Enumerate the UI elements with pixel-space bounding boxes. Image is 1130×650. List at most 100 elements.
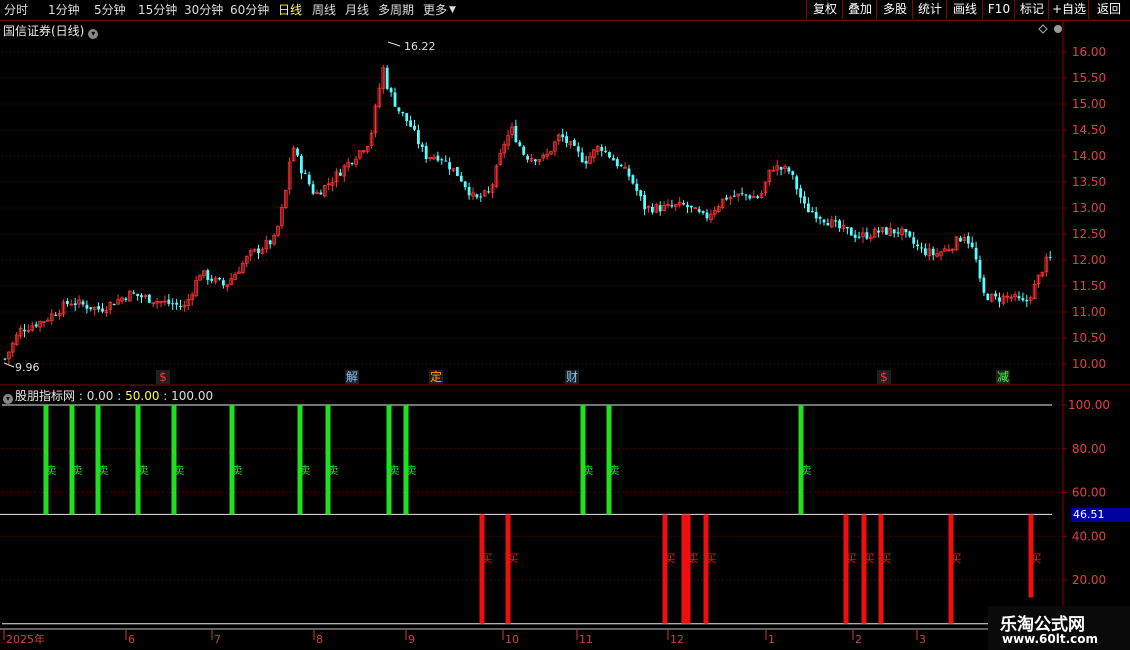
buy-signal-label: 买 (864, 552, 875, 565)
date-label: 1 (768, 633, 775, 646)
buy-signal-bar (505, 514, 511, 624)
sell-signal-bar (69, 405, 75, 515)
candle-body (756, 196, 760, 198)
candle-body (615, 159, 619, 167)
candle-body (853, 234, 857, 238)
price-tick-label: 11.50 (1072, 279, 1106, 293)
indicator-value-50: 50.00 (125, 389, 160, 403)
candle-body (561, 134, 565, 138)
candle-body (705, 212, 709, 219)
candle-body (966, 236, 970, 244)
buy-signal-bar (878, 514, 884, 624)
candle-body (904, 229, 908, 233)
high-arrow (387, 41, 401, 47)
candle-body (1048, 256, 1052, 258)
candle-body (534, 159, 537, 162)
indicator-dropdown-icon[interactable]: ▾ (3, 394, 13, 404)
watermark-logo: 乐淘公式网 www.60lt.com (988, 606, 1130, 650)
price-tick-label: 12.00 (1072, 253, 1106, 267)
candle-body (748, 195, 752, 199)
candle-body (803, 196, 806, 204)
stock-title: 国信证券(日线) (3, 24, 85, 38)
candle-body (658, 205, 662, 212)
candle-body (307, 174, 311, 185)
candle-body (440, 159, 444, 161)
candle-body (924, 248, 927, 255)
candle-body (573, 140, 576, 146)
buy-signal-label: 买 (706, 552, 717, 565)
buy-signal-label: 买 (665, 552, 676, 565)
candle-body (413, 125, 416, 130)
candle-body (23, 329, 26, 332)
diamond-icon (1038, 24, 1048, 34)
candle-body (701, 211, 705, 213)
indicator-name: 股朋指标网 (15, 389, 76, 403)
buy-signal-label: 买 (846, 552, 857, 565)
candle-body (206, 270, 210, 281)
buy-signal-label: 买 (508, 552, 519, 565)
candle-body (779, 167, 783, 170)
candle-body (576, 146, 580, 152)
date-label: 2025年 (6, 632, 45, 646)
candle-body (526, 155, 529, 160)
title-dropdown-icon[interactable]: ▾ (88, 29, 99, 39)
chart-canvas: 16.00 15.50 15.00 14.50 14.00 13.50 13.00 12.50… (0, 20, 1130, 650)
sell-signal-bar (43, 405, 49, 515)
price-tick-label: 12.50 (1072, 227, 1106, 241)
candle-body (444, 160, 448, 162)
candle-body (849, 227, 853, 236)
candle-body (892, 229, 896, 234)
candle-body (838, 220, 841, 229)
candle-body (740, 193, 744, 195)
date-label: 12 (670, 633, 684, 646)
candle-body (459, 175, 463, 182)
candle-body (456, 167, 459, 177)
sell-signal-label: 卖 (232, 464, 243, 477)
candle-body (807, 203, 810, 213)
candle-body (604, 150, 607, 152)
candle-body (697, 209, 701, 212)
candle-body (179, 305, 182, 307)
candle-body (627, 168, 631, 177)
candle-body (931, 248, 935, 256)
buy-signal-bar (703, 514, 709, 624)
candle-body (865, 232, 869, 239)
candle-body (101, 308, 104, 312)
candle-body (1021, 298, 1025, 301)
date-label: 7 (214, 633, 221, 646)
event-marker: $ (880, 370, 888, 384)
candle-body (974, 247, 978, 260)
buy-signal-bar (948, 514, 954, 624)
options-circle-icon (1054, 25, 1062, 33)
buy-signal-label: 买 (951, 552, 962, 565)
candle-body (998, 297, 1001, 302)
date-label: 3 (919, 633, 926, 646)
candle-body (339, 172, 342, 176)
candle-body (140, 295, 143, 298)
candle-body (908, 231, 912, 237)
candle-body (175, 302, 178, 305)
price-tick-label: 13.50 (1072, 175, 1106, 189)
candle-body (424, 146, 428, 160)
sell-signal-bar (580, 405, 586, 515)
candle-body (857, 236, 861, 238)
candle-body (89, 307, 93, 310)
candle-body (732, 195, 736, 197)
candle-body (994, 293, 997, 297)
sell-signal-label: 卖 (583, 464, 594, 477)
candle-body (631, 175, 635, 184)
candle-body (959, 237, 962, 242)
sell-signal-bar (798, 405, 804, 515)
price-tick-label: 10.00 (1072, 357, 1106, 371)
price-tick-label: 14.50 (1072, 123, 1106, 137)
sell-signal-bar (386, 405, 392, 515)
candle-body (518, 142, 522, 146)
candle-body (210, 278, 214, 281)
indicator-tick-label: 40.00 (1072, 529, 1106, 543)
buy-signal-bar (685, 514, 691, 624)
sell-signal-bar (606, 405, 612, 515)
date-label: 9 (408, 633, 415, 646)
candle-body (85, 304, 89, 309)
candle-body (916, 244, 919, 247)
event-marker: 解 (346, 370, 358, 384)
